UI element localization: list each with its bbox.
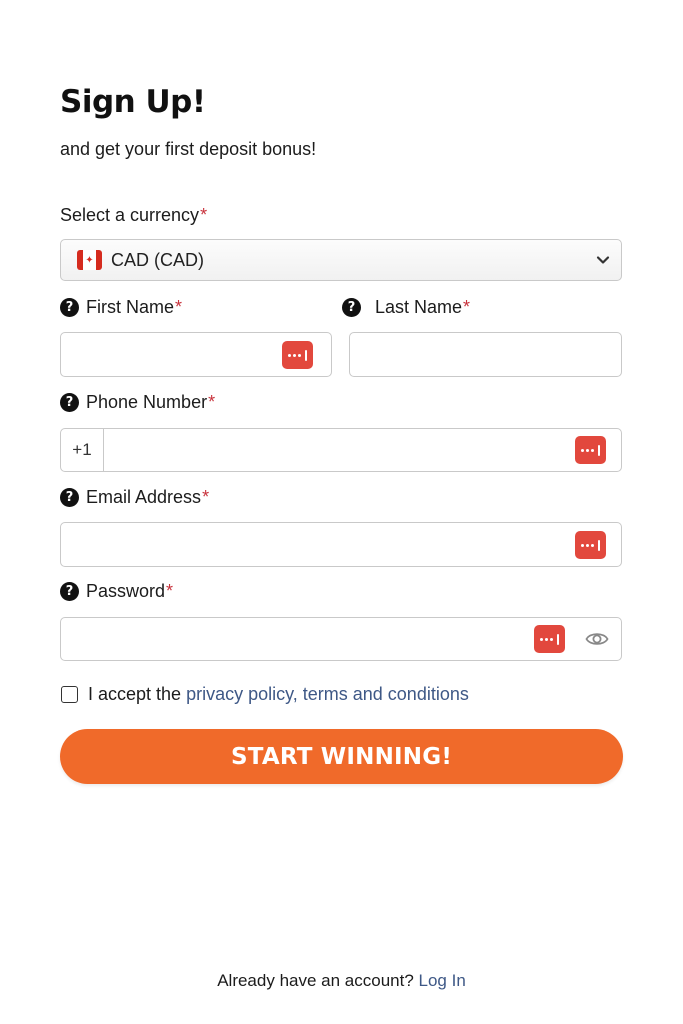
password-input[interactable]: [73, 618, 513, 660]
password-manager-icon[interactable]: [575, 531, 606, 559]
currency-label-text: Select a currency: [60, 205, 200, 225]
chevron-down-icon: [596, 256, 610, 264]
last-name-help-icon[interactable]: ?: [342, 298, 361, 317]
email-label-text: Email Address: [86, 487, 202, 507]
first-name-input[interactable]: [73, 333, 273, 376]
last-name-label: ? Last Name *: [342, 297, 470, 318]
password-manager-icon[interactable]: [534, 625, 565, 653]
last-name-field[interactable]: [349, 332, 622, 377]
phone-label: ? Phone Number *: [60, 392, 215, 413]
phone-label-text: Phone Number: [86, 392, 208, 412]
email-label: ? Email Address *: [60, 487, 209, 508]
canada-flag-icon: ✦: [77, 250, 102, 270]
privacy-terms-link[interactable]: privacy policy, terms and conditions: [186, 684, 469, 704]
last-name-input[interactable]: [362, 333, 607, 376]
last-name-label-text: Last Name: [375, 297, 463, 317]
first-name-label-text: First Name: [86, 297, 175, 317]
login-prompt: Already have an account? Log In: [0, 971, 683, 991]
first-name-label: ? First Name *: [60, 297, 182, 318]
first-name-field[interactable]: [60, 332, 332, 377]
page-title: Sign Up!: [60, 84, 206, 120]
show-password-eye-icon[interactable]: [585, 628, 609, 650]
phone-help-icon[interactable]: ?: [60, 393, 79, 412]
accept-terms-checkbox[interactable]: [61, 686, 78, 703]
required-mark: *: [202, 487, 210, 507]
password-manager-icon[interactable]: [282, 341, 313, 369]
required-mark: *: [200, 205, 208, 225]
first-name-help-icon[interactable]: ?: [60, 298, 79, 317]
login-prompt-text: Already have an account?: [217, 971, 419, 990]
email-help-icon[interactable]: ?: [60, 488, 79, 507]
password-manager-icon[interactable]: [575, 436, 606, 464]
accept-terms-prefix: I accept the: [88, 684, 187, 704]
required-mark: *: [166, 581, 174, 601]
required-mark: *: [463, 297, 471, 317]
password-label: ? Password *: [60, 581, 173, 602]
currency-label: Select a currency *: [60, 205, 207, 226]
password-help-icon[interactable]: ?: [60, 582, 79, 601]
required-mark: *: [208, 392, 216, 412]
start-winning-button[interactable]: START WINNING!: [60, 729, 623, 784]
password-label-text: Password: [86, 581, 166, 601]
accept-terms-text: I accept the privacy policy, terms and c…: [88, 684, 469, 705]
email-field[interactable]: [60, 522, 622, 567]
page-subtitle: and get your first deposit bonus!: [60, 139, 317, 159]
email-input[interactable]: [73, 523, 553, 566]
phone-country-code: +1: [61, 429, 104, 471]
currency-selected-value: CAD (CAD): [111, 250, 204, 270]
password-field[interactable]: [60, 617, 622, 661]
required-mark: *: [175, 297, 183, 317]
log-in-link[interactable]: Log In: [419, 971, 466, 990]
phone-field[interactable]: +1: [60, 428, 622, 472]
phone-input[interactable]: [115, 429, 555, 471]
currency-select[interactable]: ✦ CAD (CAD): [60, 239, 622, 281]
